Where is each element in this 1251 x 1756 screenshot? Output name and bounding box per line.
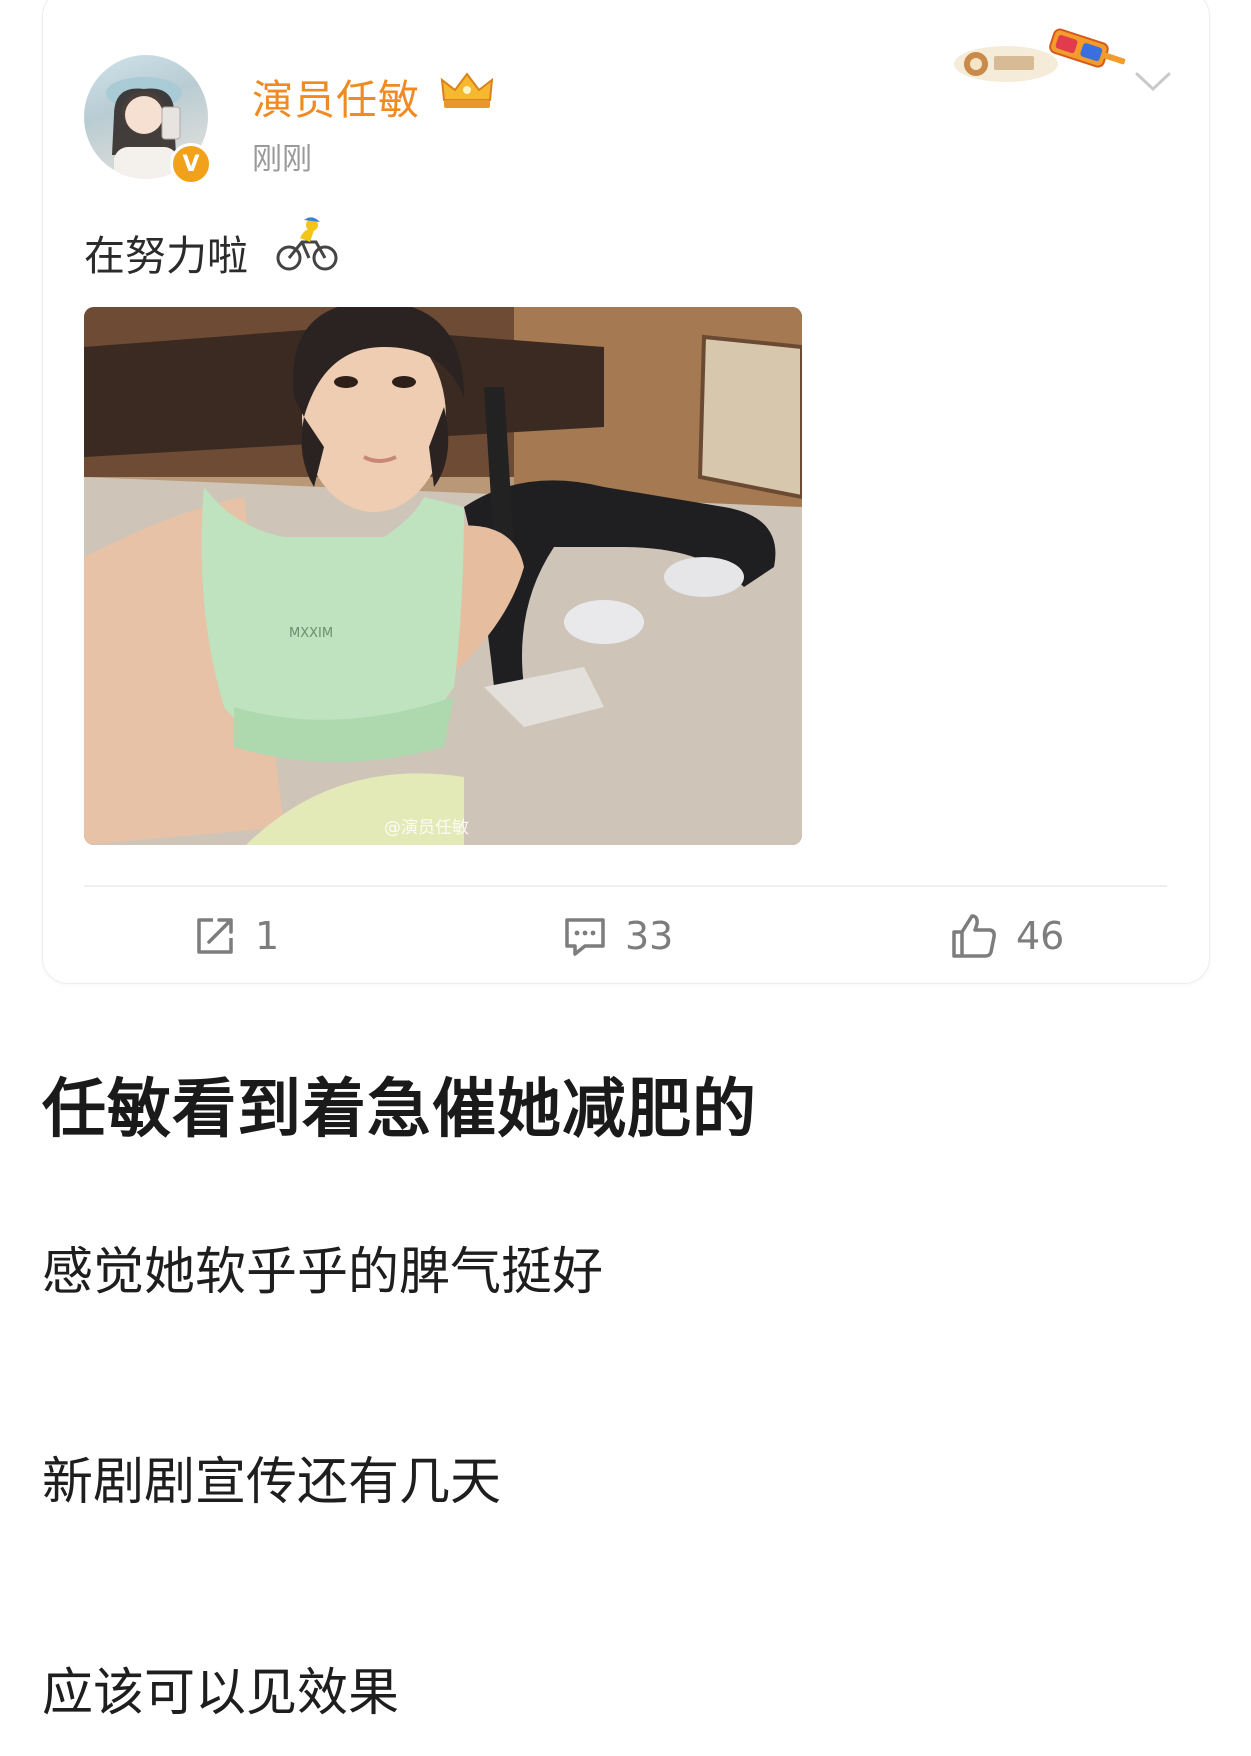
post-photo[interactable]: MXXIM @演员任敏 <box>84 307 802 845</box>
like-button[interactable]: 46 <box>950 905 1064 967</box>
repost-button[interactable]: 1 <box>193 905 279 967</box>
comment-button[interactable]: 33 <box>563 905 673 967</box>
username[interactable]: 演员任敏 <box>252 66 420 126</box>
like-count: 46 <box>1016 914 1065 958</box>
verified-badge: V <box>170 143 212 185</box>
like-icon <box>952 914 996 958</box>
selfie-image: MXXIM <box>84 307 802 845</box>
post-timestamp: 刚刚 <box>252 142 312 177</box>
repost-count: 1 <box>255 914 280 958</box>
post-text: 在努力啦 <box>84 232 248 280</box>
cyclist-emoji-icon <box>276 217 338 271</box>
action-divider <box>84 885 1167 887</box>
article-headline: 任敏看到着急催她减肥的 <box>42 1073 757 1147</box>
chevron-down-icon[interactable] <box>1133 70 1173 94</box>
article-paragraph: 应该可以见效果 <box>42 1664 400 1723</box>
article-paragraph: 新剧剧宣传还有几天 <box>42 1453 502 1512</box>
comment-icon <box>565 918 605 956</box>
crown-badge-icon[interactable] <box>438 70 496 112</box>
photo-watermark: @演员任敏 <box>384 818 469 838</box>
comment-count: 33 <box>625 914 674 958</box>
svg-text:MXXIM: MXXIM <box>289 626 333 641</box>
article-paragraph: 感觉她软乎乎的脾气挺好 <box>42 1243 604 1302</box>
repost-icon <box>197 918 233 954</box>
fan-pendant-icon[interactable] <box>946 22 1126 88</box>
